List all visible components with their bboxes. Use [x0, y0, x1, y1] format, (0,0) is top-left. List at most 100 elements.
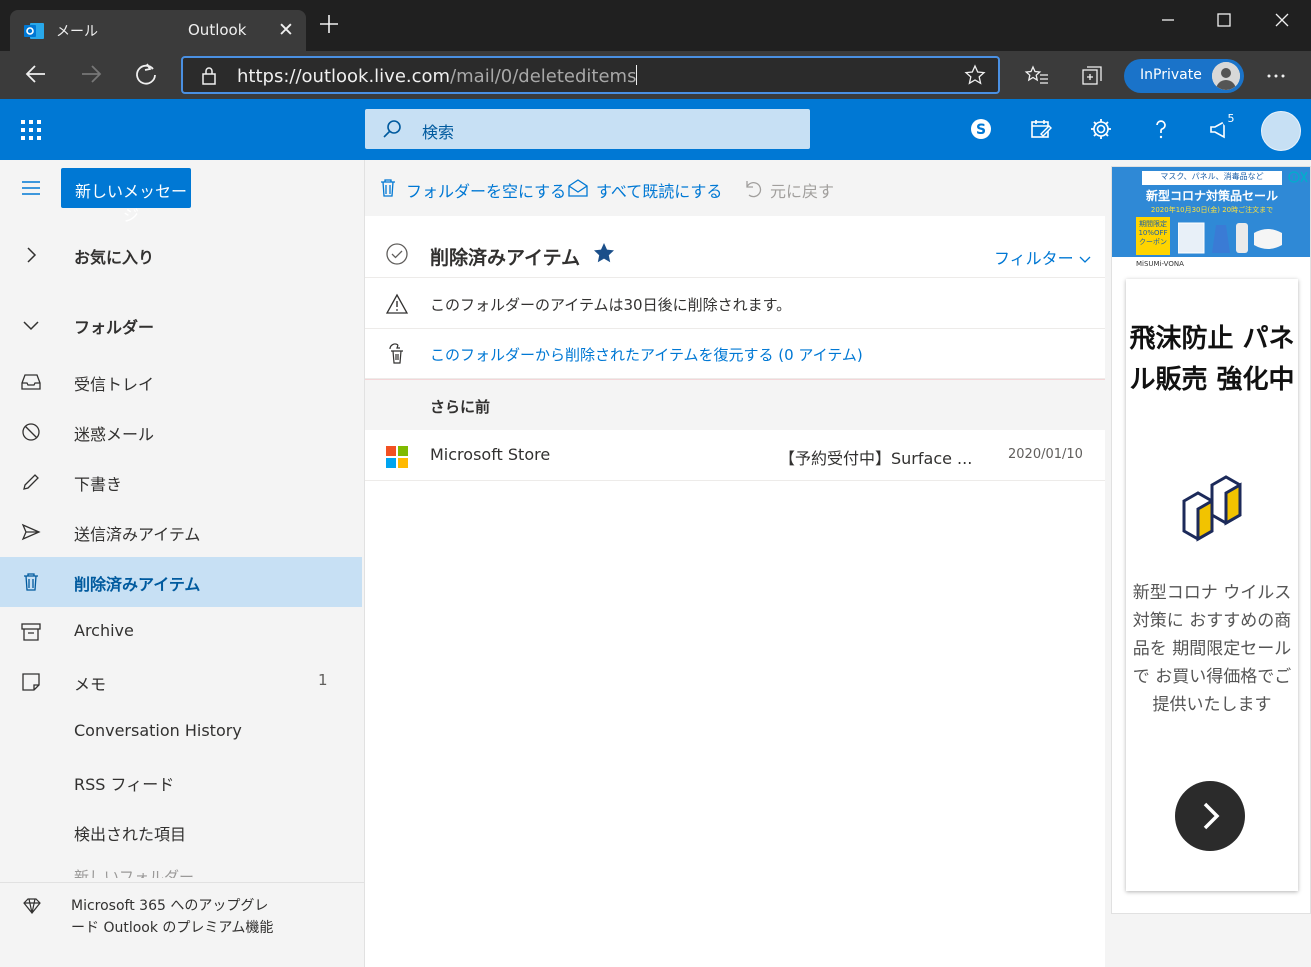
browser-tab[interactable]: メール Outlook ✕ [10, 10, 306, 51]
unread-count: 1 [318, 671, 328, 689]
trash-icon [24, 573, 38, 591]
chevron-down-icon [23, 321, 39, 331]
mark-all-read-label: すべて既読にする [596, 182, 723, 201]
app-launcher-icon[interactable] [20, 119, 42, 141]
message-subject: 【予約受付中】Surface ... [779, 449, 973, 468]
chevron-right-icon [27, 247, 37, 263]
filter-dropdown[interactable]: フィルター [994, 245, 1091, 269]
maximize-icon[interactable] [1204, 8, 1244, 32]
message-list: 削除済みアイテム フィルター このフォルダーのアイテムは30日後に削除されます。… [365, 216, 1105, 967]
tab-section-label: メール [56, 24, 98, 40]
folders-label: フォルダー [74, 318, 155, 337]
outlook-favicon-icon [24, 23, 44, 39]
date-group-label: さらに前 [430, 398, 491, 416]
message-row[interactable]: Microsoft Store 【予約受付中】Surface ... 2020/… [365, 430, 1105, 481]
folder-label: Conversation History [74, 721, 242, 740]
junk-icon [22, 423, 40, 441]
favorites-group[interactable]: お気に入り [0, 230, 362, 280]
tab-close-icon[interactable]: ✕ [278, 19, 294, 41]
folder-label: 削除済みアイテム [74, 575, 201, 594]
mark-all-read-button[interactable]: すべて既読にする [567, 177, 727, 201]
drafts-icon [23, 474, 39, 490]
folder-notes[interactable]: メモ 1 [0, 657, 362, 707]
retention-notice-text: このフォルダーのアイテムは30日後に削除されます。 [430, 296, 792, 314]
back-arrow-icon[interactable] [23, 61, 49, 87]
url-scheme: https:// [237, 66, 302, 87]
folder-pane: 新しいメッセージ お気に入り フォルダー 受信トレイ 迷惑メール 下書き 送信済… [0, 160, 365, 967]
folder-deleted-items[interactable]: 削除済みアイテム [0, 557, 362, 607]
new-message-button[interactable]: 新しいメッセージ [61, 168, 191, 225]
empty-folder-label: フォルダーを空にする [406, 182, 567, 201]
undo-icon [746, 181, 762, 198]
account-avatar[interactable] [1261, 111, 1301, 151]
ad-card[interactable]: 飛沫防止 パネル販売 強化中 新型コロナ ウイルス対策に おすすめの商品を 期間… [1126, 279, 1298, 891]
ad-headline: 飛沫防止 パネル販売 強化中 [1129, 324, 1295, 395]
settings-gear-icon[interactable] [1089, 117, 1113, 141]
new-tab-icon[interactable] [318, 13, 340, 35]
folder-drafts[interactable]: 下書き [0, 457, 362, 507]
new-folder-link-partial[interactable]: 新しいフォルダー [74, 866, 194, 878]
ad-choices-icon[interactable] [1288, 169, 1310, 185]
upgrade-promo[interactable]: Microsoft 365 へのアップグレード Outlook のプレミアム機能 [0, 882, 364, 967]
search-box[interactable]: 検索 [365, 109, 810, 149]
message-date: 2020/01/10 [1008, 447, 1083, 462]
favorite-star-icon[interactable] [593, 242, 615, 264]
my-day-icon[interactable] [1029, 117, 1053, 141]
folder-label: 検出された項目 [74, 825, 187, 844]
lock-icon [202, 67, 216, 85]
ad-banner-top: マスク、パネル、消毒品など [1142, 171, 1282, 185]
open-envelope-icon [568, 179, 588, 197]
folder-label: 迷惑メール [74, 425, 155, 444]
advertisement[interactable]: マスク、パネル、消毒品など 新型コロナ対策品セール 2020年10月30日(金)… [1111, 166, 1311, 914]
search-icon [383, 120, 401, 138]
url-text[interactable]: https://outlook.live.com/mail/0/deletedi… [237, 65, 638, 87]
tab-title: Outlook [188, 21, 247, 39]
help-icon[interactable] [1149, 117, 1173, 141]
folders-group[interactable]: フォルダー [0, 300, 362, 350]
empty-folder-button[interactable]: フォルダーを空にする [377, 177, 566, 201]
forward-arrow-icon[interactable] [78, 61, 104, 87]
close-window-icon[interactable] [1262, 8, 1302, 32]
folder-label: メモ [74, 675, 107, 694]
chevron-right-icon [1203, 802, 1220, 830]
folder-junk[interactable]: 迷惑メール [0, 407, 362, 457]
folder-label: 送信済みアイテム [74, 525, 201, 544]
warning-icon [386, 293, 408, 314]
folder-label: Archive [74, 621, 134, 640]
ad-brand: MiSUMi-VONA [1112, 257, 1310, 271]
inprivate-button[interactable]: InPrivate [1124, 59, 1244, 93]
message-sender: Microsoft Store [430, 445, 551, 464]
minimize-icon[interactable] [1148, 8, 1188, 32]
inprivate-label: InPrivate [1140, 67, 1202, 83]
ad-pane: マスク、パネル、消毒品など 新型コロナ対策品セール 2020年10月30日(金)… [1105, 160, 1311, 967]
date-group-header: さらに前 [365, 379, 1105, 430]
folder-inbox[interactable]: 受信トレイ [0, 357, 362, 407]
folder-conversation-history[interactable]: Conversation History [0, 707, 362, 757]
hamburger-menu-icon[interactable] [21, 180, 41, 196]
folder-sent[interactable]: 送信済みアイテム [0, 507, 362, 557]
sent-icon [21, 523, 41, 541]
more-menu-icon[interactable] [1263, 63, 1289, 89]
folder-title: 削除済みアイテム [430, 247, 581, 269]
folder-rss-feeds[interactable]: RSS フィード [0, 757, 362, 807]
notification-badge: 5 [1222, 110, 1240, 128]
favorites-label: お気に入り [74, 248, 155, 267]
skype-icon[interactable]: S [969, 117, 993, 141]
recover-deleted-items-link[interactable]: このフォルダーから削除されたアイテムを復元する (0 アイテム) [365, 329, 1105, 379]
folder-archive[interactable]: Archive [0, 607, 362, 657]
ad-banner[interactable]: マスク、パネル、消毒品など 新型コロナ対策品セール 2020年10月30日(金)… [1112, 167, 1310, 271]
undo-button[interactable]: 元に戻す [741, 177, 851, 201]
collections-icon[interactable] [1079, 63, 1105, 89]
address-bar[interactable]: https://outlook.live.com/mail/0/deletedi… [181, 56, 1000, 94]
folder-detected-items[interactable]: 検出された項目 [0, 807, 362, 857]
add-favorite-icon[interactable] [964, 64, 986, 86]
favorites-icon[interactable] [1024, 63, 1050, 89]
refresh-icon[interactable] [133, 61, 159, 87]
folder-label: RSS フィード [74, 775, 175, 794]
upgrade-text: Microsoft 365 へのアップグレード Outlook のプレミアム機能 [71, 898, 274, 936]
ad-next-button[interactable] [1175, 781, 1245, 851]
new-message-label: 新しいメッセージ [74, 184, 187, 225]
select-all-checkmark-icon[interactable] [385, 242, 409, 266]
undo-label: 元に戻す [770, 182, 835, 201]
archive-icon [21, 623, 41, 641]
